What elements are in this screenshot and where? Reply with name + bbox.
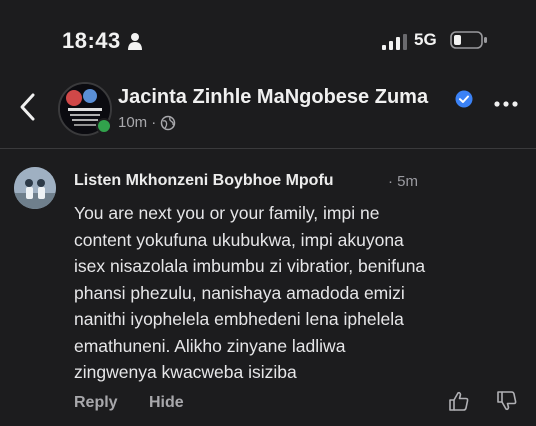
person-icon	[128, 33, 142, 50]
verified-badge-icon	[455, 90, 473, 108]
status-bar: 18:43 5G	[0, 0, 536, 80]
page-name[interactable]: Jacinta Zinhle MaNgobese Zuma	[118, 86, 428, 109]
header-divider	[0, 148, 536, 149]
post-meta: 10m ·	[118, 114, 176, 131]
back-arrow-icon[interactable]	[18, 92, 38, 122]
comment-text: You are next you or your family, impi ne…	[74, 203, 426, 382]
thumbs-down-icon[interactable]	[496, 390, 518, 412]
reply-button[interactable]: Reply	[74, 394, 118, 412]
globe-icon	[160, 115, 176, 130]
commenter-name[interactable]: Listen Mkhonzeni Boybhoe Mpofu	[74, 172, 334, 190]
post-time: 10m	[118, 114, 148, 131]
avatar-image	[14, 167, 56, 209]
thumbs-up-icon[interactable]	[448, 390, 470, 412]
more-options-icon[interactable]	[494, 100, 518, 108]
online-status-dot	[96, 118, 112, 134]
network-label: 5G	[414, 30, 437, 49]
post-header: Jacinta Zinhle MaNgobese Zuma 10m ·	[0, 78, 536, 144]
comment-time: · 5m	[388, 173, 418, 190]
battery-icon	[450, 31, 487, 49]
status-time: 18:43	[62, 28, 121, 53]
meta-separator: ·	[151, 114, 157, 131]
hide-button[interactable]: Hide	[149, 394, 184, 412]
signal-icon	[382, 34, 407, 50]
commenter-avatar[interactable]	[14, 167, 56, 209]
